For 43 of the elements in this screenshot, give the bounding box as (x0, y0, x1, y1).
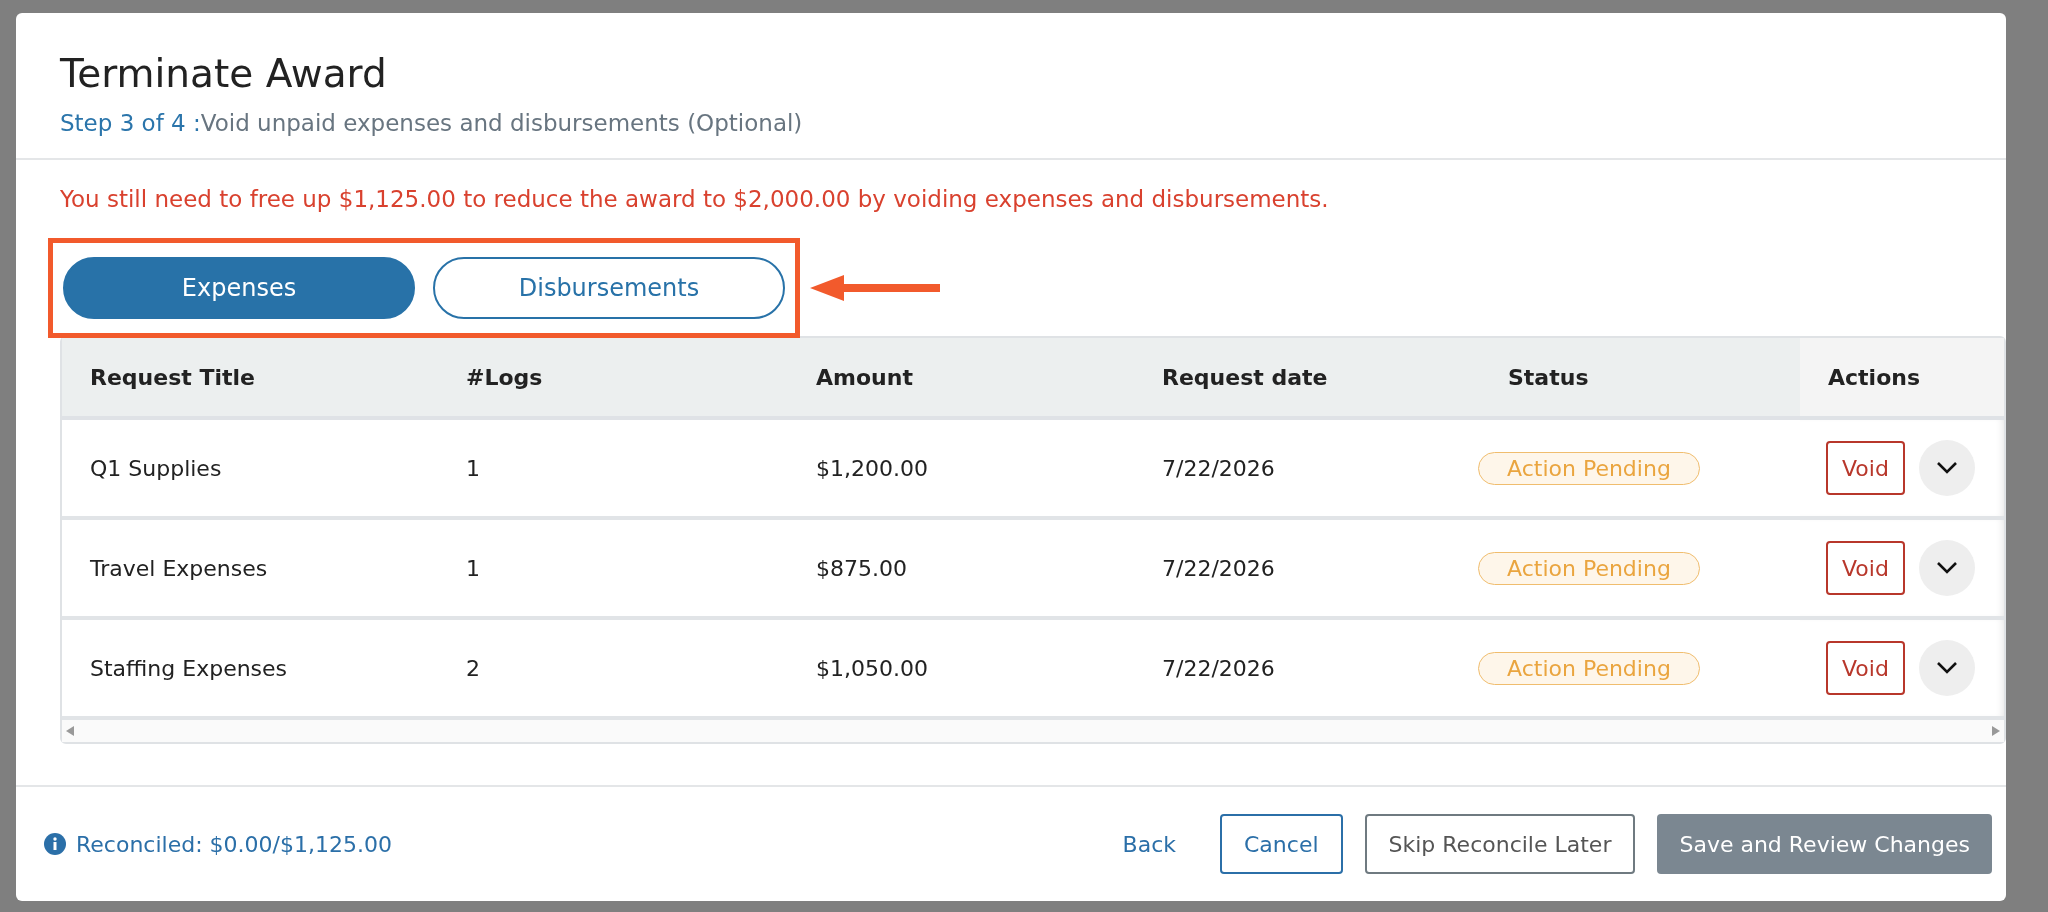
column-header: Request Title (89, 363, 256, 392)
table-cell-text: $1,050.00 (815, 654, 929, 683)
footer-button[interactable]: Skip Reconcile Later (1364, 814, 1636, 874)
warning-message: You still need to free up $1,125.00 to reduce the award to $2,000.00 by voiding expenses and disbursements. (60, 186, 1330, 212)
table-cell-text: Q1 Supplies (89, 454, 223, 483)
step-description: Void unpaid expenses and disbursements (Optional) (200, 110, 803, 136)
back-link[interactable]: Back (1100, 814, 1198, 874)
tab[interactable]: Expenses (63, 257, 415, 319)
status-badge: Action Pending (1478, 551, 1700, 585)
chevron-down-icon (1935, 561, 1958, 575)
table-cell-text: Staffing Expenses (89, 654, 289, 683)
void-button[interactable]: Void (1826, 441, 1905, 495)
chevron-down-icon (1935, 461, 1958, 475)
column-header: Amount (815, 363, 914, 392)
tab[interactable]: Disbursements (433, 257, 785, 319)
table-cell-text: 1 (465, 554, 481, 583)
column-header: Status (1507, 363, 1590, 392)
table-cell-text: 2 (465, 654, 481, 683)
column-header: Actions (1800, 338, 2004, 416)
scroll-right-icon[interactable] (1992, 726, 2000, 736)
footer-button[interactable]: Save and Review Changes (1657, 814, 1992, 874)
void-button[interactable]: Void (1826, 641, 1905, 695)
table-cell-text: $1,200.00 (815, 454, 929, 483)
table-cell-text: 7/22/2026 (1161, 454, 1276, 483)
column-header: Request date (1161, 363, 1329, 392)
arrow-icon (810, 273, 940, 303)
reconciled-amount: Reconciled: $0.00/$1,125.00 (76, 831, 392, 857)
status-badge: Action Pending (1478, 651, 1700, 685)
table-cell-text: 7/22/2026 (1161, 654, 1276, 683)
scroll-left-icon[interactable] (66, 726, 74, 736)
column-header: #Logs (465, 363, 544, 392)
step-indicator: Step 3 of 4 : (60, 110, 201, 136)
horizontal-scrollbar[interactable] (62, 720, 2004, 742)
footer-button[interactable]: Cancel (1220, 814, 1343, 874)
table-cell-text: $875.00 (815, 554, 908, 583)
table-cell-text: 7/22/2026 (1161, 554, 1276, 583)
table-cell-text: Travel Expenses (89, 554, 269, 583)
void-button[interactable]: Void (1826, 541, 1905, 595)
info-icon (44, 833, 66, 855)
chevron-down-icon (1935, 661, 1958, 675)
table-cell-text: 1 (465, 454, 481, 483)
status-badge: Action Pending (1478, 451, 1700, 485)
dialog-title: Terminate Award (60, 51, 387, 96)
